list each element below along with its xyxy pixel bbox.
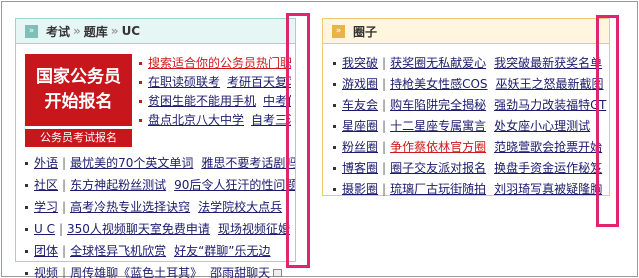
bullet-icon <box>333 104 336 107</box>
category-link-group[interactable]: 团体 <box>34 240 58 262</box>
list-item: 视频 | 周传雄聊《蓝色土耳其》 邵雨甜聊天 <box>25 262 295 278</box>
exam-link-rows: 外语 | 最忧美的70个英文单词 雅思不要考话剧吗 社区 | 东方神起粉丝测试 … <box>25 152 295 278</box>
list-item: 车友会 | 购车陷阱完全揭秘 强劲马力改装福特GT <box>333 95 613 116</box>
article-link[interactable]: 处女座小心理测试 <box>494 116 590 137</box>
list-item: 外语 | 最忧美的70个英文单词 雅思不要考话剧吗 <box>25 152 295 174</box>
article-link[interactable]: 好友“群聊”乐无边 <box>174 240 270 262</box>
bullet-icon <box>25 205 28 209</box>
article-link[interactable]: 现场视频征婚 <box>218 218 290 240</box>
promo-caption-link[interactable]: 公务员考试报名 <box>25 129 132 147</box>
circle-category-link[interactable]: 游戏圈 <box>342 74 378 95</box>
article-link[interactable]: 获奖圈无私献爱心 <box>390 53 486 74</box>
feature-link[interactable]: 盘点北京八大中学 <box>148 111 244 130</box>
article-link[interactable]: 刘羽琦写真被疑隆胸 <box>494 179 602 200</box>
list-item: 粉丝圈 | 争作蔡依林官方圈 范晓萱歌会抢票开始 <box>333 137 613 158</box>
article-link[interactable]: 购车陷阱完全揭秘 <box>390 95 486 116</box>
list-item: 我突破 | 获奖圈无私献爱心 我突破最新获奖名单 <box>333 53 613 74</box>
list-item: 摄影圈 | 琉璃厂古玩街随拍 刘羽琦写真被疑隆胸 <box>333 179 613 200</box>
list-item: 游戏圈 | 持枪美女性感COS 巫妖王之怒最新截图 <box>333 74 613 95</box>
feature-link[interactable]: 贫困生能不能用手机 <box>148 92 256 111</box>
category-link-study[interactable]: 学习 <box>34 196 58 218</box>
article-link[interactable]: 法学院校大点兵 <box>198 196 282 218</box>
article-link[interactable]: 周传雄聊《蓝色土耳其》 <box>70 262 202 278</box>
feature-block: 国家公务员 开始报名 公务员考试报名 搜索适合你的公务员热门职位 在职读硕联考 … <box>25 54 291 150</box>
highlight-box-right <box>596 15 619 227</box>
article-link[interactable]: 琉璃厂古玩街随拍 <box>390 179 486 200</box>
circle-category-link[interactable]: 我突破 <box>342 53 378 74</box>
video-icon[interactable] <box>273 269 283 277</box>
bullet-icon <box>139 81 142 84</box>
bullet-icon <box>25 161 28 165</box>
article-link[interactable]: 90后令人狂汗的性问题 <box>174 174 295 196</box>
list-item: 盘点北京八大中学 自考三注意 <box>139 111 291 130</box>
bullet-icon <box>333 83 336 86</box>
circle-category-link[interactable]: 星座圈 <box>342 116 378 137</box>
feature-link[interactable]: 搜索适合你的公务员热门职位 <box>148 54 291 73</box>
list-item: 在职读硕联考 考研百天复习计 <box>139 73 291 92</box>
list-item: 团体 | 全球怪异飞机欣赏 好友“群聊”乐无边 <box>25 240 295 262</box>
circle-category-link[interactable]: 博客圈 <box>342 158 378 179</box>
highlight-box-left <box>286 13 310 268</box>
category-link-foreign-language[interactable]: 外语 <box>34 152 58 174</box>
article-link[interactable]: 最忧美的70个英文单词 <box>70 152 193 174</box>
bullet-icon <box>25 183 28 187</box>
list-item: 搜索适合你的公务员热门职位 <box>139 54 291 73</box>
list-item: 社区 | 东方神起粉丝测试 90后令人狂汗的性问题 <box>25 174 295 196</box>
circles-panel-title[interactable]: 圈子 <box>353 23 377 40</box>
circle-category-link[interactable]: 粉丝圈 <box>342 137 378 158</box>
article-link[interactable]: 范晓萱歌会抢票开始 <box>494 137 602 158</box>
category-link-video[interactable]: 视频 <box>34 262 58 278</box>
bullet-icon <box>333 146 336 149</box>
list-item: 博客圈 | 圈子交友派对报名 换盘手资金运作秘笈 <box>333 158 613 179</box>
category-link-community[interactable]: 社区 <box>34 174 58 196</box>
category-link-uc[interactable]: U C <box>34 218 55 240</box>
article-link[interactable]: 东方神起粉丝测试 <box>70 174 166 196</box>
feature-link-list: 搜索适合你的公务员热门职位 在职读硕联考 考研百天复习计 贫困生能不能用手机 中… <box>139 54 291 130</box>
bullet-icon <box>333 125 336 128</box>
panel-toggle-icon[interactable]: » <box>332 24 345 38</box>
feature-link[interactable]: 考研百天复习计 <box>227 73 291 92</box>
article-link[interactable]: 全球怪异飞机欣赏 <box>70 240 166 262</box>
feature-link[interactable]: 在职读硕联考 <box>148 73 220 92</box>
list-item: 学习 | 高考冷热专业选择诀窍 法学院校大点兵 <box>25 196 295 218</box>
circles-link-rows: 我突破 | 获奖圈无私献爱心 我突破最新获奖名单 游戏圈 | 持枪美女性感COS… <box>333 53 613 200</box>
article-link[interactable]: 强劲马力改装福特GT <box>494 95 606 116</box>
bullet-icon <box>139 119 142 122</box>
list-item: U C | 350人视频聊天室免费申请 现场视频征婚 <box>25 218 295 240</box>
article-link[interactable]: 高考冷热专业选择诀窍 <box>70 196 190 218</box>
promo-line-2: 开始报名 <box>44 92 113 112</box>
feature-link[interactable]: 自考三注意 <box>251 111 291 130</box>
article-link[interactable]: 换盘手资金运作秘笈 <box>494 158 602 179</box>
bullet-icon <box>25 227 28 231</box>
bullet-icon <box>25 249 28 253</box>
article-link[interactable]: 我突破最新获奖名单 <box>494 53 602 74</box>
bullet-icon <box>139 100 142 103</box>
list-item: 星座圈 | 十二星座专属寓言 处女座小心理测试 <box>333 116 613 137</box>
article-link[interactable]: 邵雨甜聊天 <box>210 262 270 278</box>
bullet-icon <box>333 167 336 170</box>
article-link[interactable]: 350人视频聊天室免费申请 <box>67 218 210 240</box>
article-link[interactable]: 十二星座专属寓言 <box>390 116 486 137</box>
promo-line-1: 国家公务员 <box>36 67 121 87</box>
bullet-icon <box>333 62 336 65</box>
article-link[interactable]: 圈子交友派对报名 <box>390 158 486 179</box>
civil-servant-promo-banner[interactable]: 国家公务员 开始报名 <box>25 54 132 126</box>
circle-category-link[interactable]: 车友会 <box>342 95 378 116</box>
article-link[interactable]: 争作蔡依林官方圈 <box>390 137 486 158</box>
circle-category-link[interactable]: 摄影圈 <box>342 179 378 200</box>
circles-panel: » 圈子 我突破 | 获奖圈无私献爱心 我突破最新获奖名单 游戏圈 | 持枪美女… <box>322 18 610 196</box>
article-link[interactable]: 雅思不要考话剧吗 <box>201 152 295 174</box>
list-item: 贫困生能不能用手机 中考作文 <box>139 92 291 111</box>
article-link[interactable]: 持枪美女性感COS <box>390 74 487 95</box>
bullet-icon <box>333 188 336 191</box>
article-link[interactable]: 巫妖王之怒最新截图 <box>496 74 604 95</box>
circles-panel-header: » 圈子 <box>323 19 609 44</box>
bullet-icon <box>139 62 142 65</box>
bullet-icon <box>25 271 28 275</box>
